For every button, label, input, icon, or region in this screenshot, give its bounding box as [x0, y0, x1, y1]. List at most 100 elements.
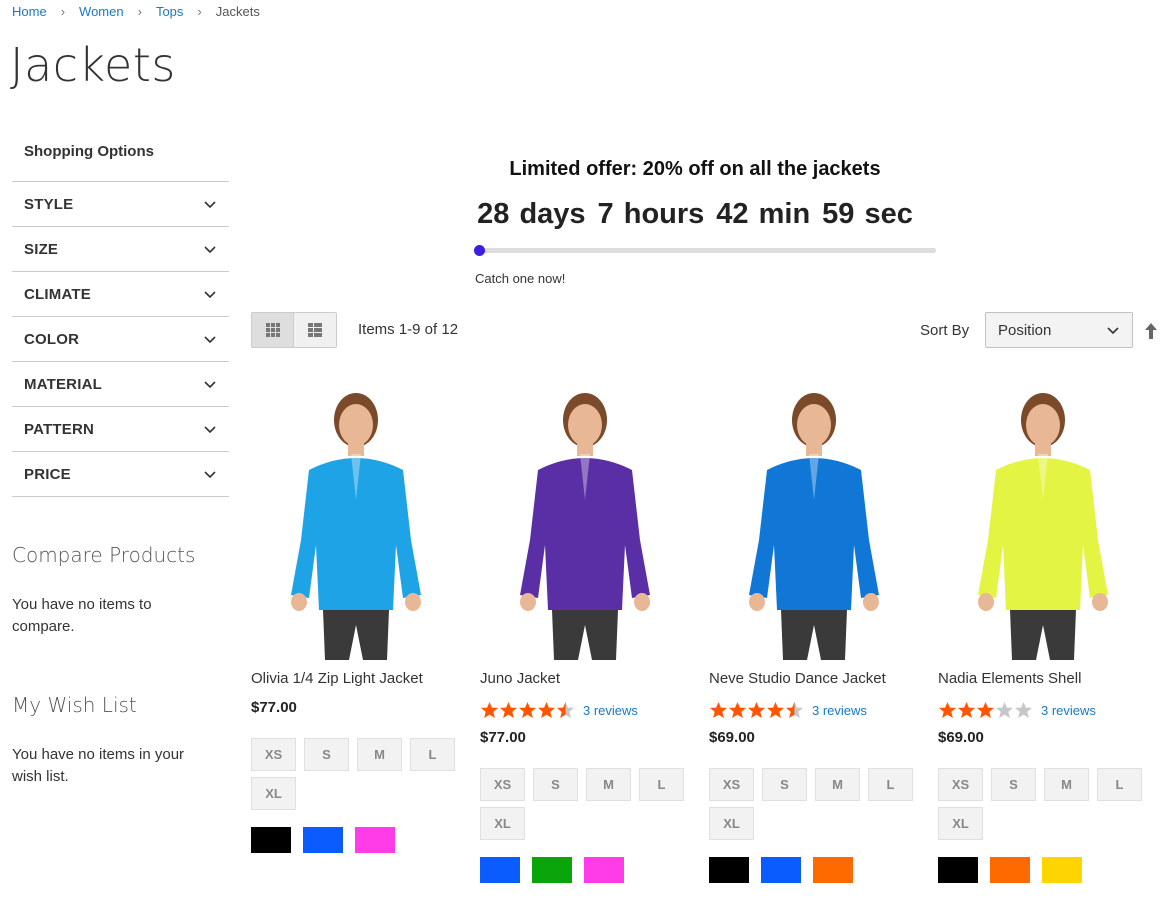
color-swatch[interactable] [709, 857, 749, 883]
product-name[interactable]: Olivia 1/4 Zip Light Jacket [251, 670, 471, 692]
filter-style[interactable]: STYLE [12, 182, 229, 227]
filter-label: SIZE [24, 240, 59, 258]
color-swatch[interactable] [1042, 857, 1082, 883]
breadcrumb-tops[interactable]: Tops [156, 4, 183, 19]
color-swatch[interactable] [584, 857, 624, 883]
size-swatch-l[interactable]: L [868, 768, 913, 801]
countdown-days: 28 days [477, 198, 586, 230]
star-icon [1014, 701, 1033, 719]
countdown-minutes: 42 min [716, 198, 811, 230]
size-swatch-s[interactable]: S [304, 738, 349, 771]
star-icon [995, 701, 1014, 719]
size-swatch-xl[interactable]: XL [251, 777, 296, 810]
size-swatch-l[interactable]: L [1097, 768, 1142, 801]
wish-list-empty-text: You have no items in your wish list. [12, 746, 185, 785]
countdown-progress-fill [473, 245, 484, 256]
grid-view-button[interactable] [252, 313, 294, 347]
color-swatch[interactable] [813, 857, 853, 883]
wish-list-title: My Wish List [12, 693, 137, 717]
size-swatch-l[interactable]: L [410, 738, 455, 771]
product-price: $69.00 [709, 729, 755, 746]
view-mode-switcher [251, 312, 337, 348]
star-icon [976, 701, 995, 719]
size-swatch-l[interactable]: L [639, 768, 684, 801]
size-swatch-s[interactable]: S [762, 768, 807, 801]
size-swatch-m[interactable]: M [357, 738, 402, 771]
size-swatch-m[interactable]: M [586, 768, 631, 801]
promo-cta-text: Catch one now! [475, 271, 566, 286]
product-image[interactable] [709, 380, 919, 660]
color-swatch[interactable] [761, 857, 801, 883]
breadcrumb-women[interactable]: Women [79, 4, 124, 19]
chevron-down-icon [204, 426, 216, 434]
filter-price[interactable]: PRICE [12, 452, 229, 497]
size-swatch-m[interactable]: M [815, 768, 860, 801]
filter-label: COLOR [24, 330, 80, 348]
rating-stars [709, 701, 804, 719]
color-swatches [480, 857, 700, 883]
product-image[interactable] [480, 380, 690, 660]
chevron-down-icon [204, 246, 216, 254]
sort-by-value: Position [998, 321, 1052, 339]
reviews-link[interactable]: 3 reviews [812, 703, 867, 718]
color-swatch[interactable] [355, 827, 395, 853]
rating-stars [480, 701, 575, 719]
promo-offer-text: Limited offer: 20% off on all the jacket… [509, 158, 881, 180]
size-swatch-xl[interactable]: XL [709, 807, 754, 840]
rating-stars [938, 701, 1033, 719]
reviews-link[interactable]: 3 reviews [583, 703, 638, 718]
color-swatch[interactable] [532, 857, 572, 883]
size-swatch-xl[interactable]: XL [938, 807, 983, 840]
breadcrumb-home[interactable]: Home [12, 4, 47, 19]
filter-climate[interactable]: CLIMATE [12, 272, 229, 317]
filter-material[interactable]: MATERIAL [12, 362, 229, 407]
product-price: $77.00 [251, 699, 297, 716]
color-swatch[interactable] [990, 857, 1030, 883]
sort-by-label: Sort By [920, 322, 970, 339]
star-icon [537, 701, 556, 719]
color-swatch[interactable] [251, 827, 291, 853]
product-card: Juno Jacket 3 reviews $77.00 XS S M L XL [480, 380, 700, 883]
star-icon [766, 701, 785, 719]
filter-label: CLIMATE [24, 285, 91, 303]
star-icon [556, 701, 575, 719]
size-swatch-s[interactable]: S [533, 768, 578, 801]
sort-direction-arrow-icon[interactable] [1143, 322, 1159, 340]
size-swatch-xs[interactable]: XS [251, 738, 296, 771]
size-swatches: XS S M L XL [251, 738, 471, 816]
filter-pattern[interactable]: PATTERN [12, 407, 229, 452]
size-swatch-m[interactable]: M [1044, 768, 1089, 801]
size-swatch-s[interactable]: S [991, 768, 1036, 801]
color-swatch[interactable] [303, 827, 343, 853]
product-card: Nadia Elements Shell 3 reviews $69.00 XS S M L… [938, 380, 1158, 883]
star-icon [499, 701, 518, 719]
size-swatch-xs[interactable]: XS [480, 768, 525, 801]
star-icon [938, 701, 957, 719]
product-image[interactable] [251, 380, 461, 660]
star-icon [709, 701, 728, 719]
product-price: $69.00 [938, 729, 984, 746]
color-swatches [709, 857, 929, 883]
page-title: Jackets [10, 38, 176, 92]
filter-color[interactable]: COLOR [12, 317, 229, 362]
product-name[interactable]: Neve Studio Dance Jacket [709, 670, 929, 692]
size-swatch-xl[interactable]: XL [480, 807, 525, 840]
color-swatch[interactable] [480, 857, 520, 883]
chevron-down-icon [204, 471, 216, 479]
reviews-link[interactable]: 3 reviews [1041, 703, 1096, 718]
filter-size[interactable]: SIZE [12, 227, 229, 272]
size-swatch-xs[interactable]: XS [938, 768, 983, 801]
color-swatch[interactable] [938, 857, 978, 883]
product-name[interactable]: Nadia Elements Shell [938, 670, 1158, 692]
sort-by-select[interactable]: Position [985, 312, 1133, 348]
breadcrumb-current: Jackets [215, 4, 260, 19]
breadcrumb: Home › Women › Tops › Jackets [12, 4, 260, 19]
grid-icon [265, 323, 280, 337]
list-view-button[interactable] [294, 313, 336, 347]
color-swatches [251, 827, 471, 853]
product-image[interactable] [938, 380, 1148, 660]
shopping-options-title: Shopping Options [12, 140, 229, 182]
size-swatch-xs[interactable]: XS [709, 768, 754, 801]
chevron-down-icon [204, 291, 216, 299]
product-name[interactable]: Juno Jacket [480, 670, 700, 692]
